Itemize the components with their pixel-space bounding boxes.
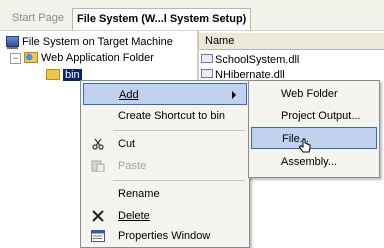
- submenu-item-file[interactable]: File...: [251, 127, 377, 149]
- tree-item-label: Web Application Folder: [41, 52, 154, 64]
- scissors-icon: [92, 138, 104, 150]
- tree-item-target-machine[interactable]: File System on Target Machine: [6, 34, 173, 50]
- menu-item-add[interactable]: Add: [83, 83, 247, 105]
- menu-item-properties-window[interactable]: Properties Window: [83, 225, 247, 247]
- tab-file-system[interactable]: File System (W...l System Setup): [72, 8, 252, 30]
- menu-item-rename[interactable]: Rename: [83, 183, 247, 205]
- properties-window-icon: [91, 230, 105, 242]
- tree-item-label-selected: bin: [63, 69, 82, 81]
- submenu-arrow-icon: [232, 91, 236, 99]
- menu-item-cut[interactable]: Cut: [83, 133, 247, 155]
- hand-cursor-icon: [298, 138, 311, 153]
- menu-item-label: Create Shortcut to bin: [118, 110, 226, 122]
- file-name: SchoolSystem.dll: [215, 54, 300, 66]
- submenu-item-project-output[interactable]: Project Output...: [251, 105, 377, 127]
- menu-item-label: Project Output...: [281, 110, 361, 122]
- submenu-item-web-folder[interactable]: Web Folder: [251, 83, 377, 105]
- computer-icon: [6, 36, 19, 47]
- menu-item-label: Cut: [118, 138, 136, 150]
- menu-item-label: Web Folder: [281, 88, 338, 100]
- dll-file-icon: [201, 54, 213, 63]
- menu-separator: [113, 180, 245, 181]
- menu-item-label: Rename: [118, 188, 160, 200]
- dll-file-icon: [201, 69, 213, 78]
- menu-item-paste[interactable]: Paste: [83, 155, 247, 177]
- menu-item-label: Properties Window: [118, 230, 211, 242]
- list-item[interactable]: SchoolSystem.dll: [201, 53, 299, 67]
- column-header-name[interactable]: Name: [199, 33, 384, 50]
- collapse-icon[interactable]: −: [10, 53, 21, 64]
- tab-start-page[interactable]: Start Page: [8, 9, 68, 27]
- web-folder-icon: [24, 52, 38, 63]
- document-tab-strip: Start Page File System (W...l System Set…: [0, 0, 384, 31]
- paste-icon: [91, 160, 105, 172]
- tree-item-web-application-folder[interactable]: − Web Application Folder: [10, 50, 154, 66]
- menu-item-label: Paste: [118, 160, 147, 172]
- menu-item-create-shortcut[interactable]: Create Shortcut to bin: [83, 105, 247, 127]
- context-menu: Add Create Shortcut to bin Cut Paste Ren…: [80, 80, 250, 248]
- add-submenu: Web Folder Project Output... File... Ass…: [248, 80, 380, 178]
- tree-item-label: File System on Target Machine: [22, 36, 173, 48]
- delete-x-icon: [92, 210, 104, 222]
- submenu-item-assembly[interactable]: Assembly...: [251, 151, 377, 173]
- menu-item-label: Add: [119, 89, 139, 101]
- tree-item-bin[interactable]: bin: [46, 67, 82, 83]
- menu-separator: [113, 130, 245, 131]
- menu-item-label: Delete: [118, 210, 150, 222]
- folder-icon: [46, 69, 60, 80]
- menu-item-delete[interactable]: Delete: [83, 205, 247, 227]
